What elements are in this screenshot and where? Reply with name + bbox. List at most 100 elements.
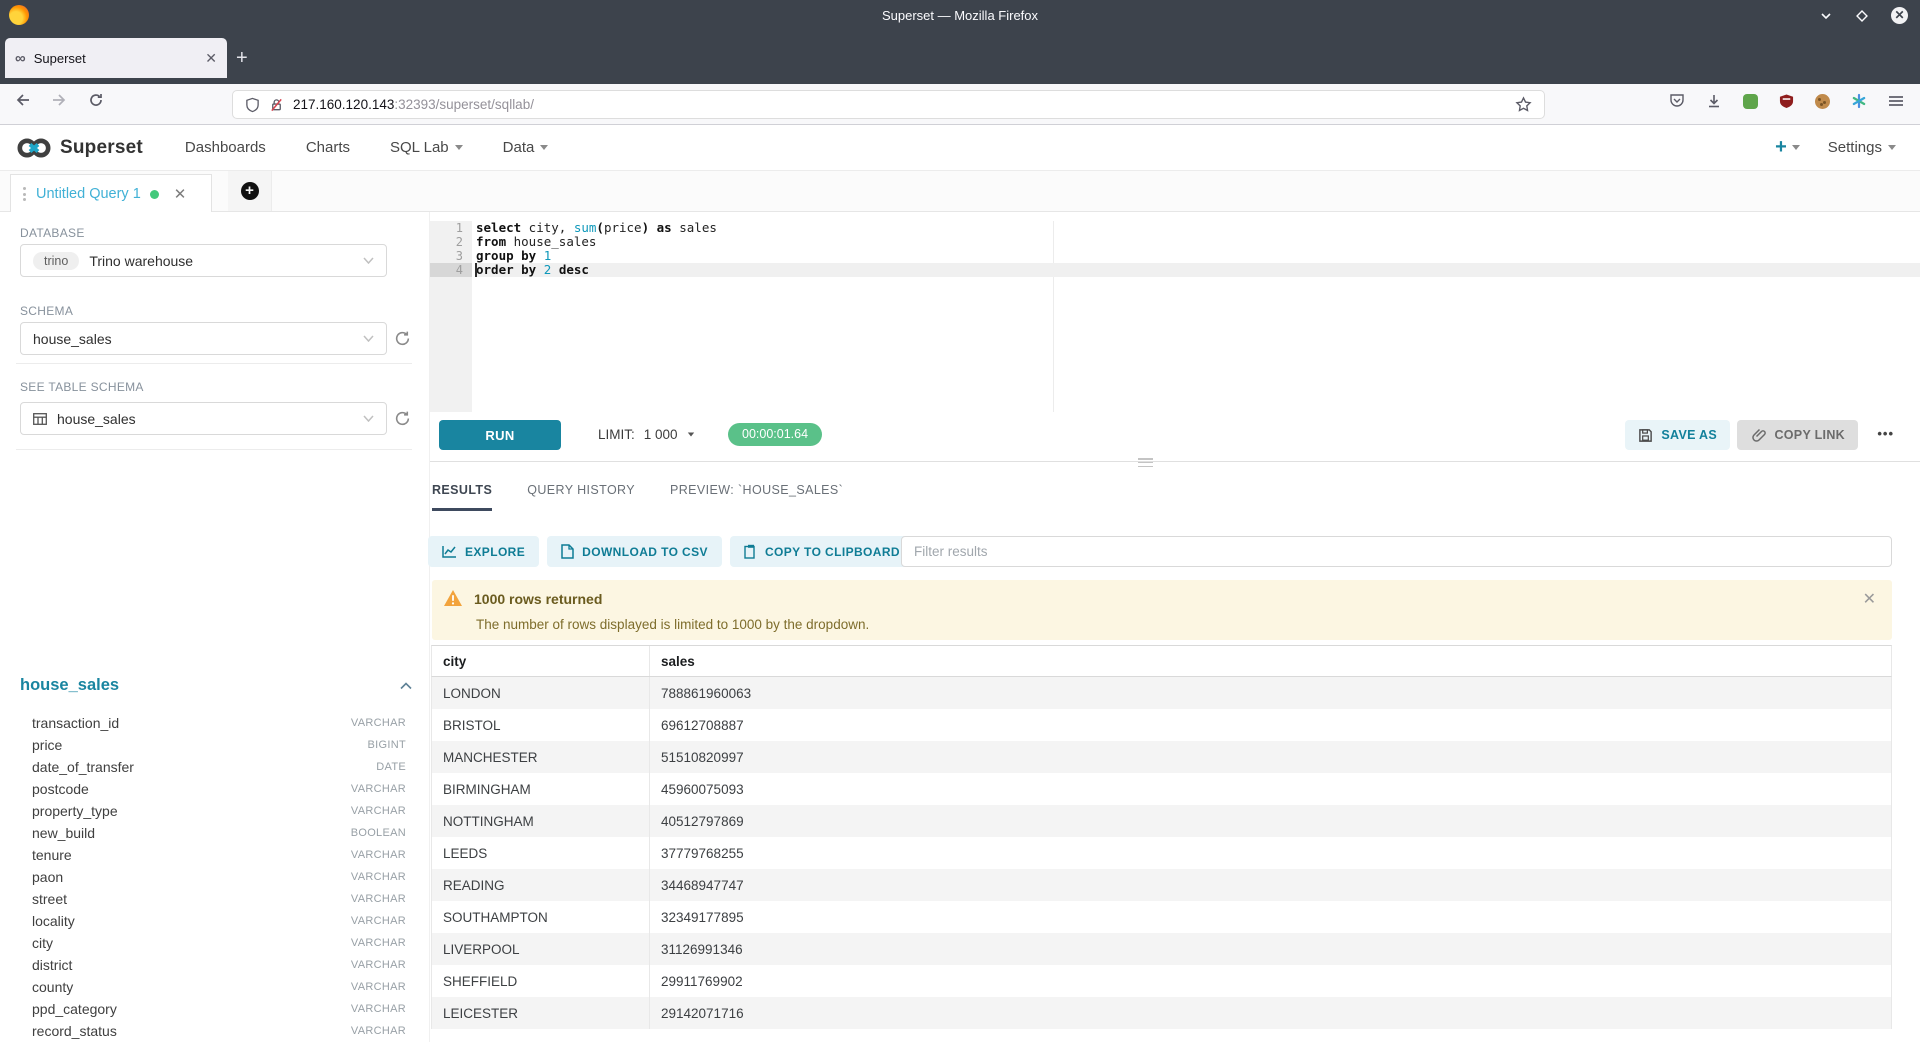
- sql-editor[interactable]: 1234 select city, sum(price) as salesfro…: [430, 221, 1920, 412]
- results-table: city sales LONDON 788861960063 BRISTOL 6…: [431, 645, 1892, 1029]
- column-row: district VARCHAR: [32, 954, 406, 976]
- pocket-icon[interactable]: [1669, 93, 1685, 109]
- run-button[interactable]: RUN: [439, 420, 561, 450]
- column-type: VARCHAR: [351, 871, 406, 883]
- cell-sales: 51510820997: [650, 741, 1891, 773]
- filter-results-input[interactable]: [901, 536, 1892, 567]
- column-name: ppd_category: [32, 1001, 117, 1017]
- query-tab-close-icon[interactable]: ✕: [174, 185, 187, 203]
- column-header-city[interactable]: city: [432, 646, 650, 676]
- nav-data[interactable]: Data: [503, 139, 549, 156]
- new-tab-icon[interactable]: +: [236, 48, 248, 68]
- download-csv-button[interactable]: DOWNLOAD TO CSV: [547, 536, 722, 567]
- limit-dropdown[interactable]: LIMIT: 1 000: [598, 427, 695, 442]
- cell-sales: 788861960063: [650, 677, 1891, 709]
- column-type: VARCHAR: [351, 937, 406, 949]
- save-as-button[interactable]: SAVE AS: [1625, 420, 1730, 450]
- table-row: LEEDS 37779768255: [432, 837, 1891, 869]
- superset-brand[interactable]: Superset: [16, 136, 143, 160]
- column-name: date_of_transfer: [32, 759, 134, 775]
- chart-icon: [442, 545, 457, 558]
- column-row: ppd_category VARCHAR: [32, 998, 406, 1020]
- query-tab[interactable]: Untitled Query 1 ✕: [10, 174, 212, 213]
- more-options-button[interactable]: •••: [1877, 426, 1894, 441]
- extension-asterisk-icon[interactable]: [1851, 93, 1867, 109]
- column-header-sales[interactable]: sales: [650, 646, 1891, 676]
- column-row: postcode VARCHAR: [32, 778, 406, 800]
- rows-returned-alert: 1000 rows returned The number of rows di…: [432, 580, 1892, 640]
- nav-sql-lab[interactable]: SQL Lab: [390, 139, 463, 156]
- refresh-schemas-icon[interactable]: [394, 330, 411, 347]
- cell-city: LIVERPOOL: [432, 933, 650, 965]
- sidebar-divider: [16, 449, 412, 450]
- column-row: transaction_id VARCHAR: [32, 712, 406, 734]
- column-type: VARCHAR: [351, 783, 406, 795]
- tab-results[interactable]: RESULTS: [432, 483, 492, 511]
- column-type: DATE: [376, 761, 406, 773]
- warning-triangle-icon: [443, 589, 463, 607]
- chevron-down-icon: [687, 433, 693, 437]
- column-name: tenure: [32, 847, 72, 863]
- forward-icon[interactable]: [51, 92, 68, 108]
- add-new-button[interactable]: +: [1775, 136, 1800, 159]
- cell-city: LEEDS: [432, 837, 650, 869]
- floppy-save-icon: [1638, 428, 1653, 443]
- column-row: county VARCHAR: [32, 976, 406, 998]
- alert-title: 1000 rows returned: [474, 591, 602, 607]
- drag-grip-icon[interactable]: [23, 187, 27, 201]
- table-row: MANCHESTER 51510820997: [432, 741, 1891, 773]
- column-name: street: [32, 891, 67, 907]
- sql-code[interactable]: select city, sum(price) as salesfrom hou…: [476, 221, 1920, 277]
- alert-close-icon[interactable]: ✕: [1863, 589, 1876, 609]
- column-row: city VARCHAR: [32, 932, 406, 954]
- column-type: VARCHAR: [351, 893, 406, 905]
- database-label: DATABASE: [20, 226, 85, 240]
- reload-icon[interactable]: [88, 92, 104, 108]
- column-row: price BIGINT: [32, 734, 406, 756]
- bookmark-star-icon[interactable]: [1515, 96, 1532, 113]
- cookie-extension-icon[interactable]: [1815, 94, 1830, 109]
- database-select[interactable]: trino Trino warehouse: [20, 244, 387, 277]
- column-name: transaction_id: [32, 715, 119, 731]
- settings-menu[interactable]: Settings: [1828, 139, 1896, 156]
- column-name: city: [32, 935, 53, 951]
- pane-resize-grip[interactable]: [1138, 458, 1153, 467]
- schema-select[interactable]: house_sales: [20, 322, 387, 355]
- sidebar-divider: [16, 363, 412, 364]
- window-close-icon[interactable]: ✕: [1891, 7, 1908, 24]
- window-minimize-icon[interactable]: [1819, 9, 1833, 23]
- lock-insecure-icon[interactable]: [269, 97, 284, 113]
- limit-value: 1 000: [644, 427, 678, 442]
- column-row: locality VARCHAR: [32, 910, 406, 932]
- menu-hamburger-icon[interactable]: [1888, 94, 1904, 108]
- downloads-icon[interactable]: [1706, 93, 1722, 109]
- nav-charts[interactable]: Charts: [306, 139, 350, 156]
- cell-sales: 40512797869: [650, 805, 1891, 837]
- ublock-shield-icon[interactable]: [1779, 93, 1794, 109]
- tab-close-icon[interactable]: ✕: [205, 50, 217, 67]
- brand-name: Superset: [60, 137, 143, 159]
- table-select[interactable]: house_sales: [20, 402, 387, 435]
- column-row: tenure VARCHAR: [32, 844, 406, 866]
- explore-button[interactable]: EXPLORE: [428, 536, 539, 567]
- shield-icon[interactable]: [245, 97, 260, 113]
- results-tab-bar: RESULTS QUERY HISTORY PREVIEW: `HOUSE_SA…: [432, 483, 843, 511]
- add-query-tab[interactable]: +: [228, 171, 272, 211]
- collapse-chevron-up-icon[interactable]: [400, 682, 412, 690]
- copy-link-button[interactable]: COPY LINK: [1737, 420, 1858, 450]
- cell-city: SOUTHAMPTON: [432, 901, 650, 933]
- copy-clipboard-button[interactable]: COPY TO CLIPBOARD: [730, 536, 914, 567]
- chevron-down-icon: [363, 415, 374, 422]
- table-grid-icon: [33, 413, 47, 425]
- extension-privacy-icon[interactable]: [1743, 94, 1758, 109]
- chevron-down-icon: [1792, 145, 1800, 150]
- nav-dashboards[interactable]: Dashboards: [185, 139, 266, 156]
- tab-query-history[interactable]: QUERY HISTORY: [527, 483, 635, 511]
- url-bar[interactable]: 217.160.120.143:32393/superset/sqllab/: [232, 90, 1545, 119]
- refresh-tables-icon[interactable]: [394, 410, 411, 427]
- chevron-down-icon: [540, 145, 548, 150]
- browser-tab[interactable]: ∞ Superset ✕: [5, 38, 227, 78]
- tab-preview[interactable]: PREVIEW: `HOUSE_SALES`: [670, 483, 843, 511]
- back-icon[interactable]: [14, 92, 31, 108]
- window-maximize-icon[interactable]: [1855, 9, 1869, 23]
